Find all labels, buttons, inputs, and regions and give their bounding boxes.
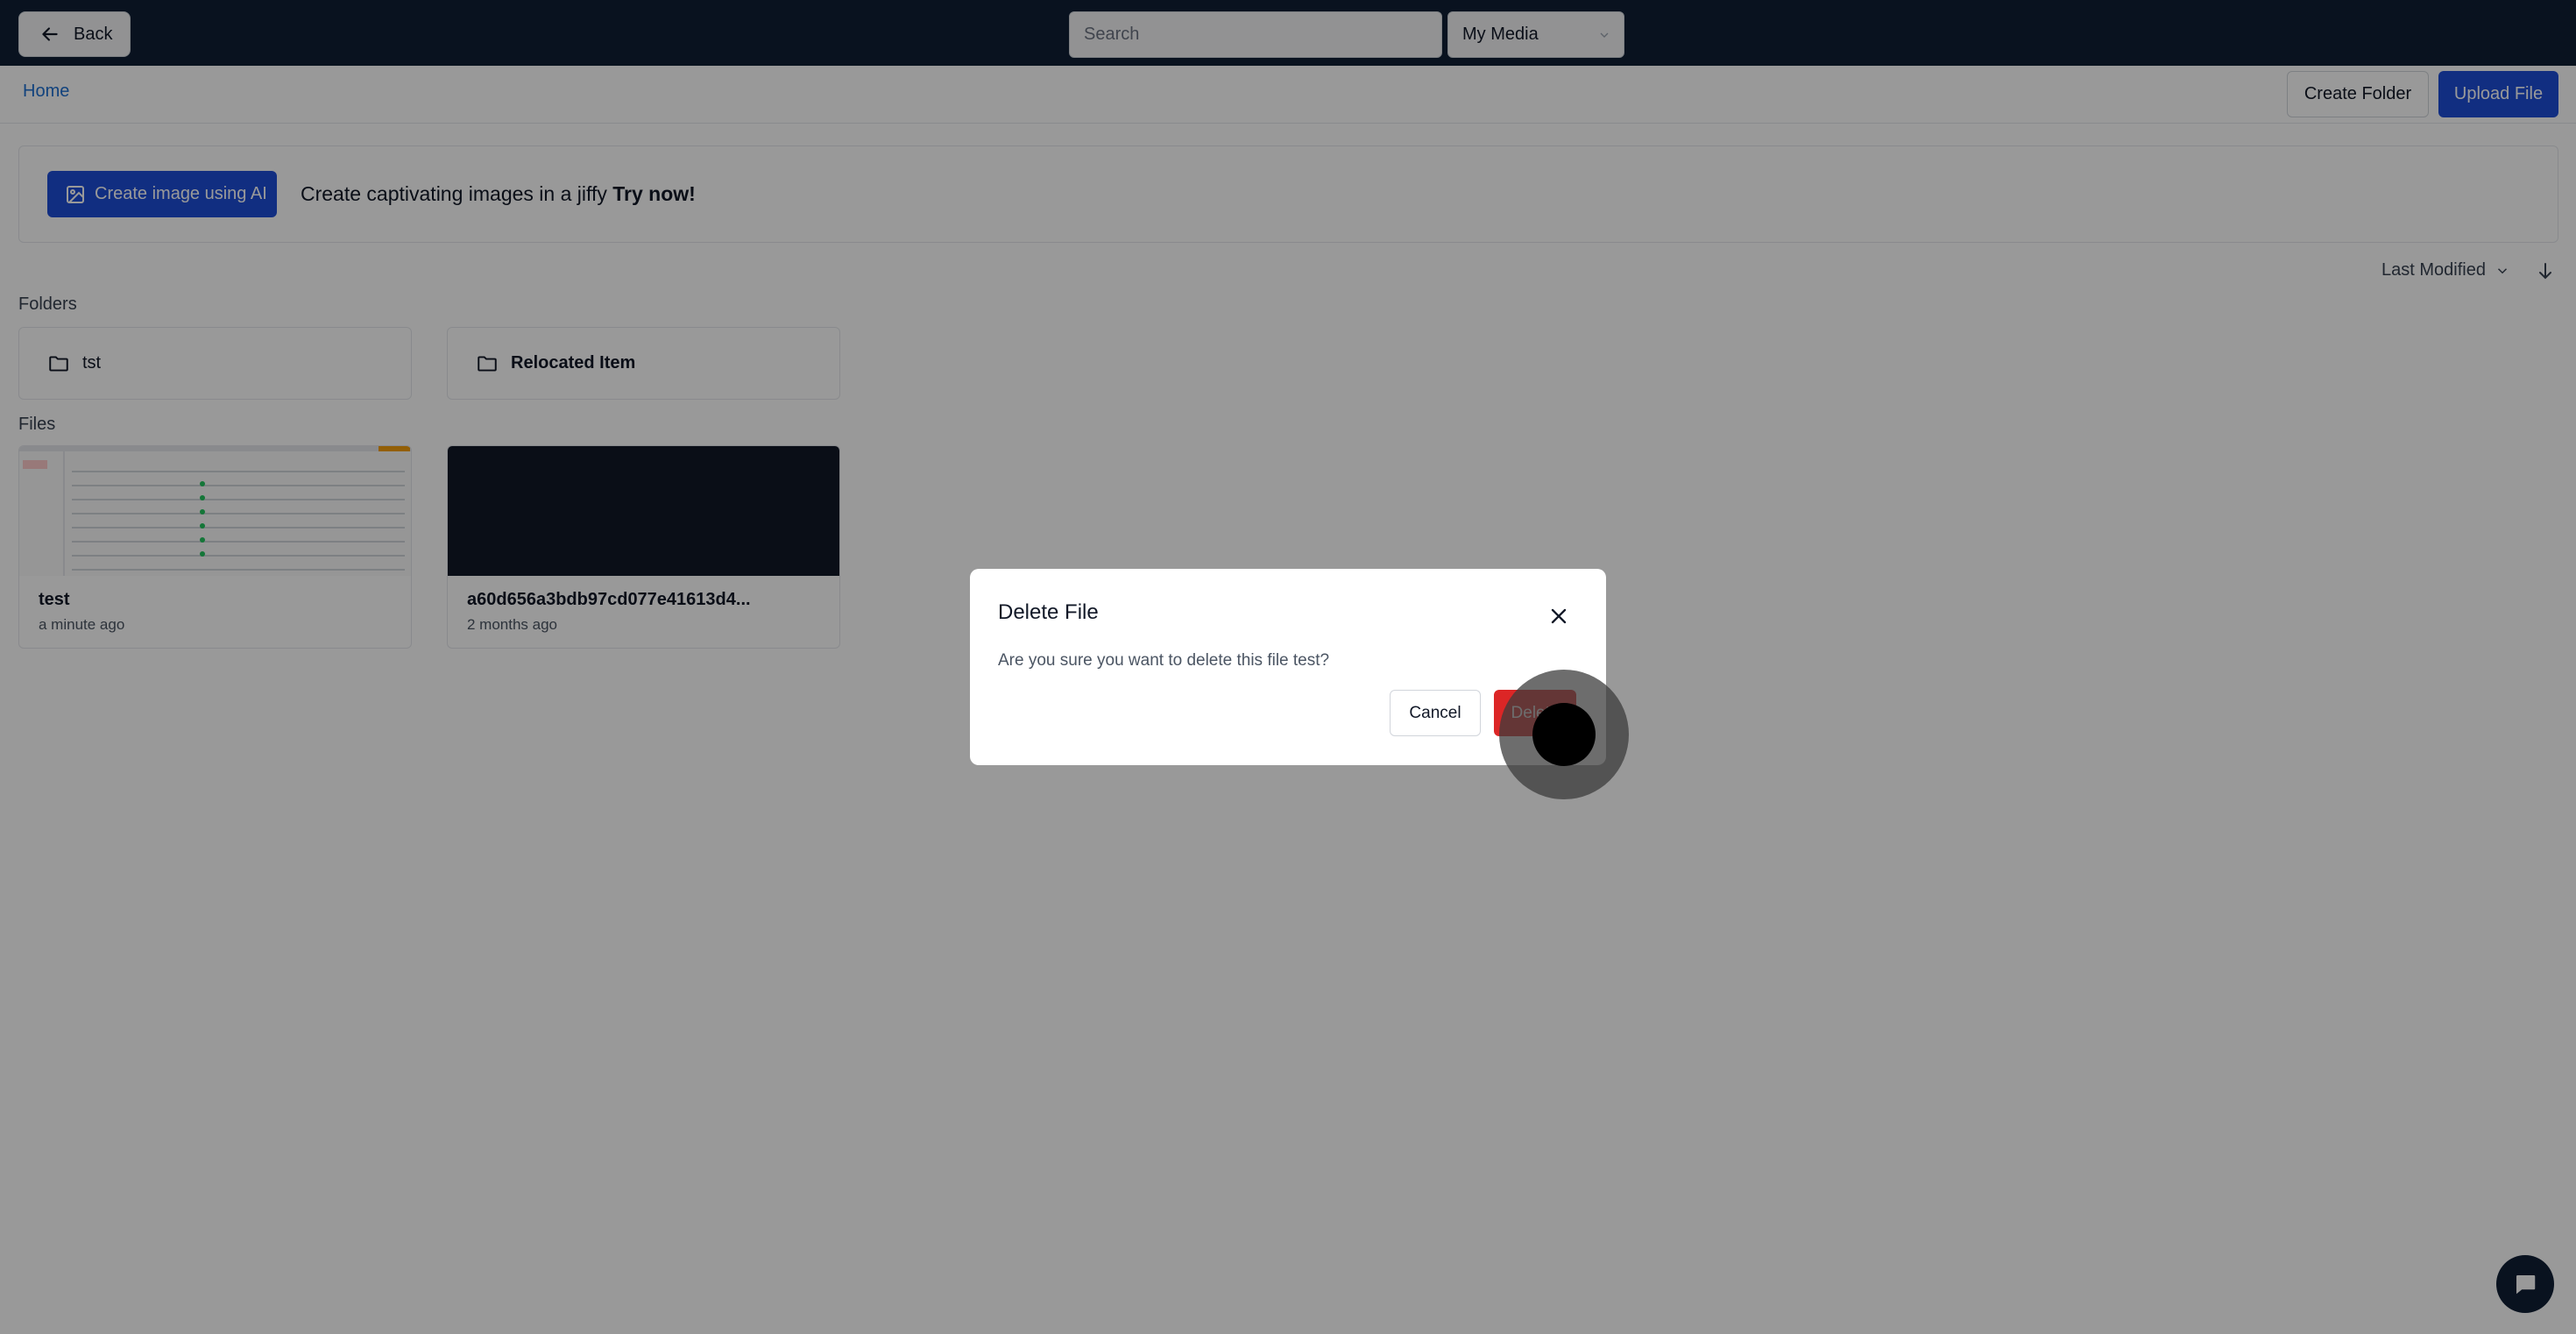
click-indicator-dot (1532, 703, 1596, 766)
dialog-message: Are you sure you want to delete this fil… (998, 651, 1330, 670)
cancel-button[interactable]: Cancel (1390, 690, 1481, 736)
close-icon[interactable] (1546, 604, 1571, 628)
dialog-title: Delete File (998, 600, 1099, 624)
